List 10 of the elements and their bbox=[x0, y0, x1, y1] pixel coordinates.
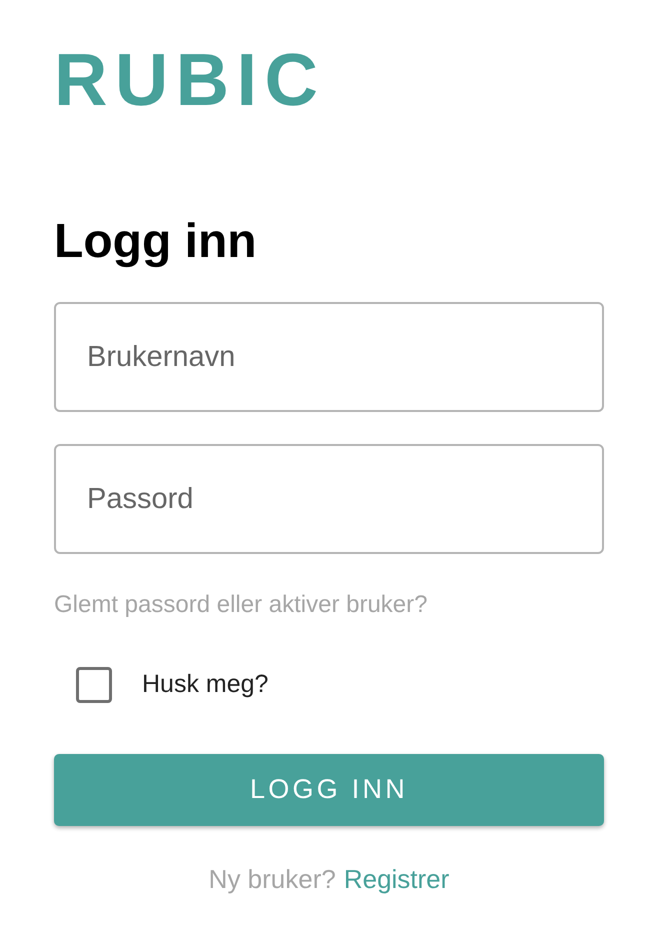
password-field[interactable]: Passord bbox=[54, 444, 604, 554]
page-title: Logg inn bbox=[54, 214, 258, 270]
login-button[interactable]: LOGG INN bbox=[54, 754, 604, 826]
remember-checkbox[interactable] bbox=[76, 666, 112, 703]
logo: RUBIC bbox=[54, 38, 326, 122]
username-field[interactable]: Brukernavn bbox=[54, 302, 604, 412]
register-link[interactable]: Registrer bbox=[344, 860, 450, 898]
forgot-password-link[interactable]: Glemt passord eller aktiver bruker? bbox=[54, 590, 428, 620]
remember-label: Husk meg? bbox=[142, 669, 268, 700]
new-user-text: Ny bruker? bbox=[208, 862, 336, 896]
